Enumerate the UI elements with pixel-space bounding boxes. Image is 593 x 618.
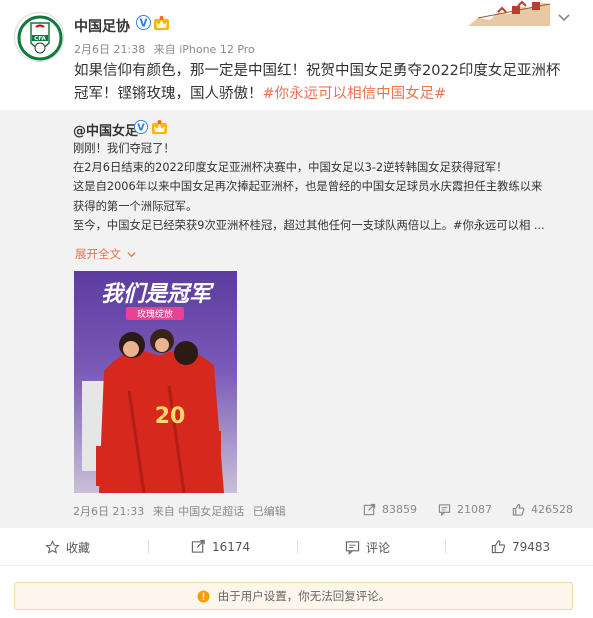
great-wall-decoration bbox=[468, 0, 550, 26]
comment-label: 评论 bbox=[366, 541, 391, 555]
repost-body: 刚刚！我们夺冠了！ 在2月6日结束的2022印度女足亚洲杯决赛中，中国女足以3-… bbox=[73, 139, 573, 235]
comment-disabled-notice: 由于用户设置，你无法回复评论。 bbox=[14, 582, 573, 610]
repost-username[interactable]: @中国女足 bbox=[73, 120, 138, 139]
svg-text:V: V bbox=[140, 17, 148, 29]
post-header: CFA 中国足协 V 2月6日 21:38 来自 iPhone 12 Pro bbox=[0, 0, 593, 62]
svg-text:V: V bbox=[137, 123, 145, 134]
avatar[interactable]: CFA bbox=[14, 12, 64, 62]
post-meta: 2月6日 21:38 来自 iPhone 12 Pro bbox=[74, 41, 260, 57]
repost-line: 在2月6日结束的2022印度女足亚洲杯决赛中，中国女足以3-2逆转韩国女足获得冠… bbox=[73, 161, 508, 175]
verified-icon: V bbox=[136, 15, 151, 30]
repost-source[interactable]: 来自 中国女足超话 bbox=[153, 505, 245, 518]
repost-line: 这是自2006年以来中国女足再次捧起亚洲杯，也是曾经的中国女足球员水庆霞担任主教… bbox=[73, 180, 543, 194]
jersey-number: 20 bbox=[155, 404, 186, 429]
edited-label[interactable]: 已编辑 bbox=[253, 505, 286, 518]
repost-image[interactable]: 我们是冠军 玫瑰绽放 20 bbox=[74, 271, 237, 493]
divider bbox=[445, 540, 446, 554]
like-button[interactable]: 79483 bbox=[491, 539, 550, 554]
thumbs-up-icon bbox=[512, 503, 525, 516]
post-text: 如果信仰有颜色，那一定是中国红！祝贺中国女足勇夺2022印度女足亚洲杯冠军！铿锵… bbox=[74, 60, 574, 106]
repost-button[interactable]: 16174 bbox=[191, 539, 250, 554]
repost-icon bbox=[191, 539, 205, 553]
repost-line: 获得的第一个洲际冠军。 bbox=[73, 199, 198, 213]
team-celebration-image: 我们是冠军 玫瑰绽放 20 bbox=[74, 271, 237, 493]
like-count-value: 426528 bbox=[531, 503, 573, 516]
like-count[interactable]: 426528 bbox=[512, 503, 573, 516]
repost-line: 刚刚！我们夺冠了！ bbox=[73, 142, 175, 155]
image-subtitle: 玫瑰绽放 bbox=[137, 308, 173, 320]
vip-crown-icon[interactable] bbox=[151, 119, 168, 135]
divider bbox=[297, 540, 298, 554]
chevron-down-icon[interactable] bbox=[556, 9, 572, 25]
username[interactable]: 中国足协 bbox=[74, 16, 130, 36]
notice-text: 由于用户设置，你无法回复评论。 bbox=[217, 589, 391, 603]
like-action-count: 79483 bbox=[512, 539, 551, 554]
repost-card: @中国女足 V 刚刚！我们夺冠了！ 在2月6日结束的2022印度女足亚洲杯决赛中… bbox=[0, 110, 593, 528]
favorite-label: 收藏 bbox=[66, 541, 91, 555]
chevron-down-icon bbox=[127, 252, 136, 258]
comment-count[interactable]: 21087 bbox=[438, 503, 492, 516]
repost-meta: 2月6日 21:33 来自 中国女足超话 已编辑 bbox=[73, 503, 291, 519]
expand-full-text-link[interactable]: 展开全文 bbox=[75, 246, 136, 262]
post-date[interactable]: 2月6日 21:38 bbox=[74, 43, 145, 56]
comment-button[interactable]: 评论 bbox=[345, 539, 390, 556]
repost-icon bbox=[363, 503, 376, 516]
vip-crown-icon[interactable] bbox=[153, 15, 170, 31]
image-title: 我们是冠军 bbox=[101, 281, 215, 307]
repost-action-count: 16174 bbox=[212, 539, 251, 554]
post-source: 来自 iPhone 12 Pro bbox=[153, 43, 255, 56]
action-bar: 收藏 16174 评论 79483 bbox=[0, 528, 593, 566]
repost-line: 至今，中国女足已经荣获9次亚洲杯桂冠，超过其他任何一支球队两倍以上。#你永远可以… bbox=[73, 218, 545, 232]
favorite-button[interactable]: 收藏 bbox=[45, 539, 90, 556]
expand-label: 展开全文 bbox=[75, 247, 121, 261]
repost-footer: 2月6日 21:33 来自 中国女足超话 已编辑 83859 21087 426… bbox=[73, 503, 573, 519]
verified-icon: V bbox=[134, 120, 148, 134]
divider bbox=[148, 540, 149, 554]
warning-icon bbox=[197, 589, 210, 603]
repost-count-value: 83859 bbox=[382, 503, 417, 516]
thumbs-up-icon bbox=[491, 540, 506, 554]
comment-icon bbox=[438, 504, 451, 516]
comment-count-value: 21087 bbox=[457, 503, 492, 516]
star-icon bbox=[45, 540, 60, 554]
cfa-logo: CFA bbox=[16, 14, 63, 61]
hashtag-link[interactable]: #你永远可以相信中国女足# bbox=[263, 86, 447, 102]
comment-icon bbox=[345, 541, 360, 555]
svg-text:CFA: CFA bbox=[34, 36, 46, 42]
repost-date[interactable]: 2月6日 21:33 bbox=[73, 505, 144, 518]
repost-count[interactable]: 83859 bbox=[363, 503, 417, 516]
